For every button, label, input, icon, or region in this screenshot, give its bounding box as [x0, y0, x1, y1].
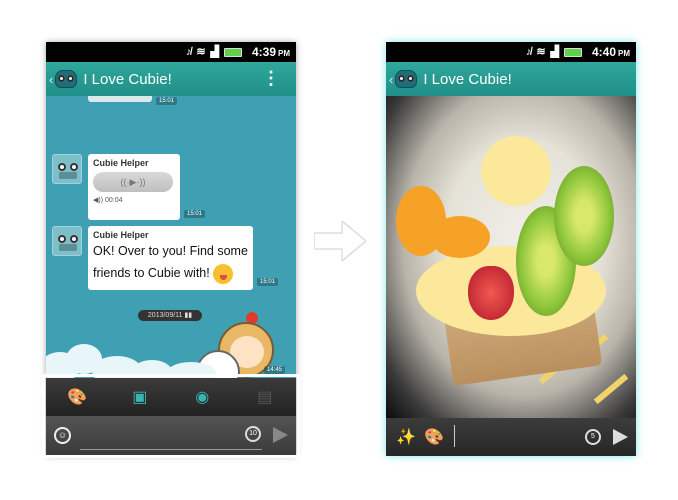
battery-icon	[564, 47, 582, 57]
chat-title: I Love Cubie!	[423, 70, 512, 88]
back-chevron-icon[interactable]: ‹	[389, 72, 393, 87]
battery-icon	[224, 47, 242, 57]
signal-icon: ▟	[550, 46, 559, 58]
status-icons: ♪̸ ≋ ▟	[186, 45, 242, 59]
highlight-frame	[42, 374, 300, 458]
dessert-photo-image	[386, 96, 636, 418]
cloud-decoration	[46, 338, 296, 378]
status-bar: ♪̸ ≋ ▟ 4:39 PM	[46, 42, 296, 62]
photo-input-bar: ✨ 🎨 5	[386, 418, 636, 456]
voice-duration: ◀)) 00:04	[93, 197, 123, 204]
sender-avatar[interactable]	[52, 226, 82, 256]
chat-header: ‹ I Love Cubie! ⋮	[46, 62, 296, 96]
back-chevron-icon[interactable]: ‹	[49, 72, 53, 87]
wink-tongue-emoji-icon	[213, 263, 234, 284]
message-timestamp: 15:01	[257, 278, 279, 286]
sender-name: Cubie Helper	[93, 158, 149, 168]
speaker-icon: ◀))	[93, 197, 105, 204]
transition-arrow-icon	[314, 221, 366, 261]
voice-play-button[interactable]: ((·▶·))	[93, 172, 173, 192]
chat-area[interactable]: 15:01 Cubie Helper ((·▶·)) ◀)) 00:04 15:…	[46, 96, 296, 378]
magic-wand-icon[interactable]: ✨	[396, 427, 416, 447]
overflow-menu-icon[interactable]: ⋮	[262, 69, 280, 87]
mute-icon: ♪̸	[525, 46, 532, 58]
status-icons: ♪̸ ≋ ▟	[526, 45, 582, 59]
mute-icon: ♪̸	[185, 46, 192, 58]
signal-icon: ▟	[210, 46, 219, 58]
wifi-icon: ≋	[196, 46, 206, 58]
cubie-owl-logo-icon[interactable]	[55, 70, 78, 88]
screenshot-stage: ♪̸ ≋ ▟ 4:39 PM ‹ I Love Cubie! ⋮ 15:01 Cu…	[0, 0, 678, 500]
sender-avatar[interactable]	[52, 154, 82, 184]
cubie-owl-logo-icon[interactable]	[395, 70, 418, 88]
right-phone-screen: ♪̸ ≋ ▟ 4:40 PM ‹ I Love Cubie! ✨ 🎨 5	[386, 42, 636, 456]
sender-name: Cubie Helper	[93, 230, 149, 240]
send-icon[interactable]	[613, 429, 628, 445]
caption-input[interactable]	[454, 425, 584, 447]
message-timestamp: 15:01	[156, 97, 178, 105]
message-timestamp: 15:01	[184, 210, 206, 218]
chat-title: I Love Cubie!	[83, 70, 172, 88]
status-bar: ♪̸ ≋ ▟ 4:40 PM	[386, 42, 636, 62]
chat-header: ‹ I Love Cubie!	[386, 62, 636, 96]
message-text: OK! Over to you! Find some friends to Cu…	[93, 240, 248, 284]
photo-preview[interactable]	[386, 96, 636, 418]
wifi-icon: ≋	[536, 46, 546, 58]
doodle-palette-icon[interactable]: 🎨	[424, 427, 444, 447]
self-destruct-timer-icon[interactable]: 5	[585, 429, 601, 445]
status-time: 4:39 PM	[251, 45, 290, 59]
status-time: 4:40 PM	[591, 45, 630, 59]
previous-message-stub	[88, 96, 152, 102]
text-message-bubble[interactable]: Cubie Helper OK! Over to you! Find some …	[88, 226, 253, 290]
voice-message-bubble[interactable]: Cubie Helper ((·▶·)) ◀)) 00:04	[88, 154, 180, 220]
